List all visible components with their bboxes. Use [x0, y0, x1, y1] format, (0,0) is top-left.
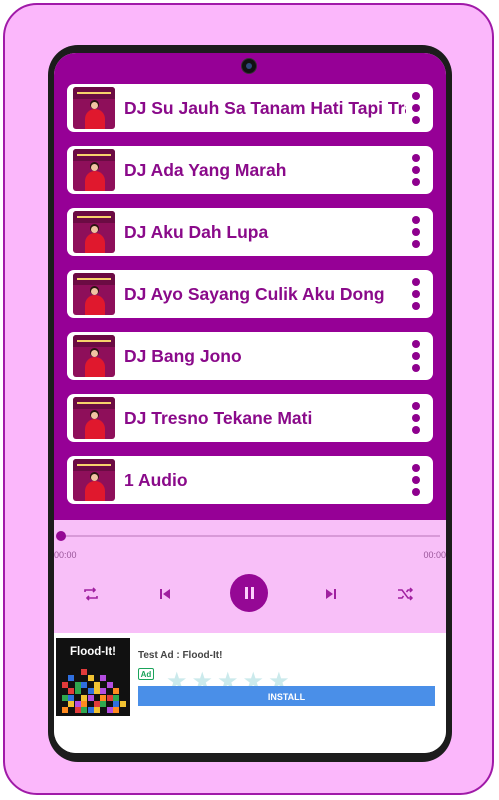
album-art: [73, 459, 115, 501]
app-screen: DJ Su Jauh Sa Tanam Hati Tapi Tra Hasil …: [54, 53, 446, 753]
ad-badge: Ad: [138, 668, 154, 680]
track-title: DJ Tresno Tekane Mati: [124, 408, 313, 428]
flood-tiles-icon: [62, 669, 126, 714]
repeat-icon[interactable]: [80, 583, 102, 605]
track-title: DJ Ayo Sayang Culik Aku Dong: [124, 284, 385, 304]
list-item[interactable]: DJ Ada Yang Marah: [67, 146, 433, 194]
more-options-icon[interactable]: [412, 154, 420, 186]
list-item[interactable]: DJ Tresno Tekane Mati: [67, 394, 433, 442]
track-title: DJ Bang Jono: [124, 346, 242, 366]
track-title: DJ Su Jauh Sa Tanam Hati Tapi Tra Hasil: [124, 98, 406, 118]
track-title: DJ Aku Dah Lupa: [124, 222, 269, 242]
album-art: [73, 397, 115, 439]
ad-banner[interactable]: Flood-It! Test Ad : Flood-It! Ad ★★★★★ I…: [54, 633, 446, 753]
album-art: [73, 211, 115, 253]
seek-bar[interactable]: [60, 535, 440, 537]
list-item[interactable]: DJ Bang Jono: [67, 332, 433, 380]
ad-app-name: Flood-It!: [70, 646, 116, 658]
seek-thumb[interactable]: [56, 531, 66, 541]
album-art: [73, 149, 115, 191]
player-controls: 00:00 00:00: [54, 520, 446, 633]
ad-title: Test Ad : Flood-It!: [138, 650, 223, 661]
previous-icon[interactable]: [154, 583, 176, 605]
list-item[interactable]: DJ Su Jauh Sa Tanam Hati Tapi Tra Hasil: [67, 84, 433, 132]
more-options-icon[interactable]: [412, 464, 420, 496]
next-icon[interactable]: [320, 583, 342, 605]
list-item[interactable]: DJ Ayo Sayang Culik Aku Dong: [67, 270, 433, 318]
current-time: 00:00: [54, 550, 77, 560]
album-art: [73, 273, 115, 315]
more-options-icon[interactable]: [412, 402, 420, 434]
track-title: 1 Audio: [124, 470, 188, 490]
more-options-icon[interactable]: [412, 278, 420, 310]
more-options-icon[interactable]: [412, 216, 420, 248]
shuffle-icon[interactable]: [394, 583, 416, 605]
pause-button[interactable]: [230, 574, 268, 612]
camera-icon: [241, 58, 257, 74]
more-options-icon[interactable]: [412, 340, 420, 372]
more-options-icon[interactable]: [412, 92, 420, 124]
playlist: DJ Su Jauh Sa Tanam Hati Tapi Tra Hasil …: [54, 53, 446, 520]
list-item[interactable]: 1 Audio: [67, 456, 433, 504]
album-art: [73, 87, 115, 129]
install-button[interactable]: INSTALL: [138, 686, 435, 706]
list-item[interactable]: DJ Aku Dah Lupa: [67, 208, 433, 256]
track-title: DJ Ada Yang Marah: [124, 160, 287, 180]
album-art: [73, 335, 115, 377]
total-time: 00:00: [423, 550, 446, 560]
ad-app-icon[interactable]: Flood-It!: [56, 638, 130, 716]
